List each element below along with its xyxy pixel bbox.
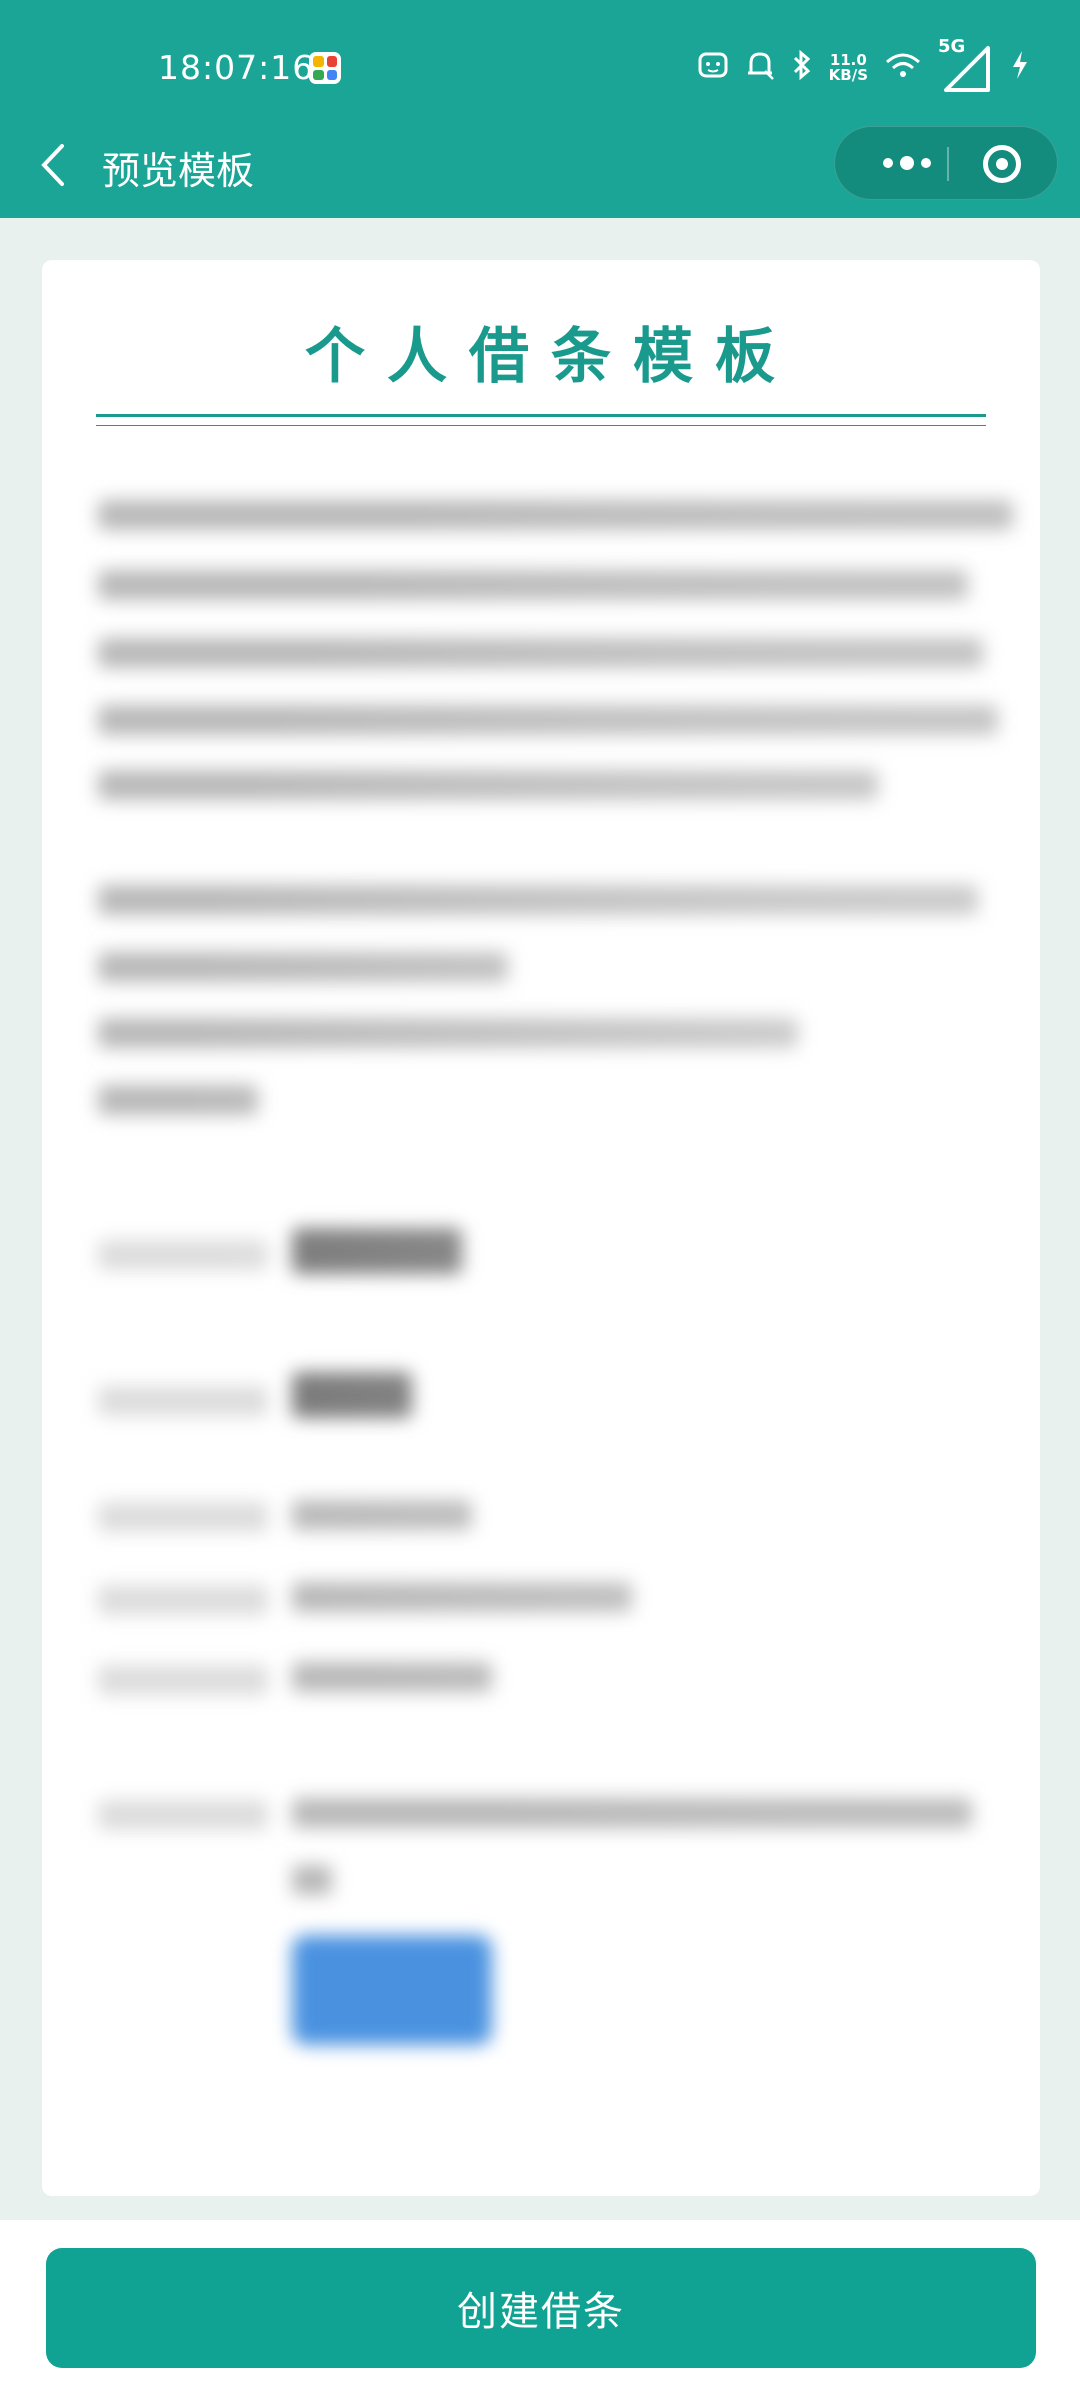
create-iou-button[interactable]: 创建借条 bbox=[46, 2248, 1036, 2368]
capsule-divider bbox=[947, 147, 949, 181]
title-divider bbox=[96, 414, 986, 426]
status-time: 18:07:16 bbox=[158, 48, 315, 87]
dot-icon bbox=[921, 158, 931, 168]
app-notification-icon bbox=[309, 52, 341, 84]
signal-5g-icon: 5G bbox=[938, 36, 994, 96]
dot-icon bbox=[883, 158, 893, 168]
status-icons: 11.0 KB/S 5G bbox=[697, 36, 1030, 98]
bluetooth-icon bbox=[791, 49, 813, 87]
dot-icon bbox=[900, 156, 914, 170]
miniprogram-capsule bbox=[834, 126, 1058, 200]
wifi-icon bbox=[884, 50, 922, 86]
network-speed: 11.0 KB/S bbox=[829, 53, 868, 83]
close-miniprogram-button[interactable] bbox=[983, 145, 1021, 183]
network-speed-unit: KB/S bbox=[828, 66, 868, 84]
robot-face-icon bbox=[697, 49, 729, 87]
page-title: 预览模板 bbox=[102, 149, 255, 193]
app-header: 18:07:16 11.0 KB/S 5G 预览模板 bbox=[0, 0, 1080, 218]
document-title: 个人借条模板 bbox=[305, 322, 797, 392]
charging-icon bbox=[1010, 49, 1030, 87]
network-type-label: 5G bbox=[938, 36, 966, 57]
bell-muted-icon bbox=[745, 49, 775, 87]
redaction-haze bbox=[42, 440, 1040, 2140]
back-button[interactable] bbox=[34, 140, 74, 190]
chevron-left-icon bbox=[41, 144, 64, 186]
more-options-button[interactable] bbox=[865, 127, 949, 199]
